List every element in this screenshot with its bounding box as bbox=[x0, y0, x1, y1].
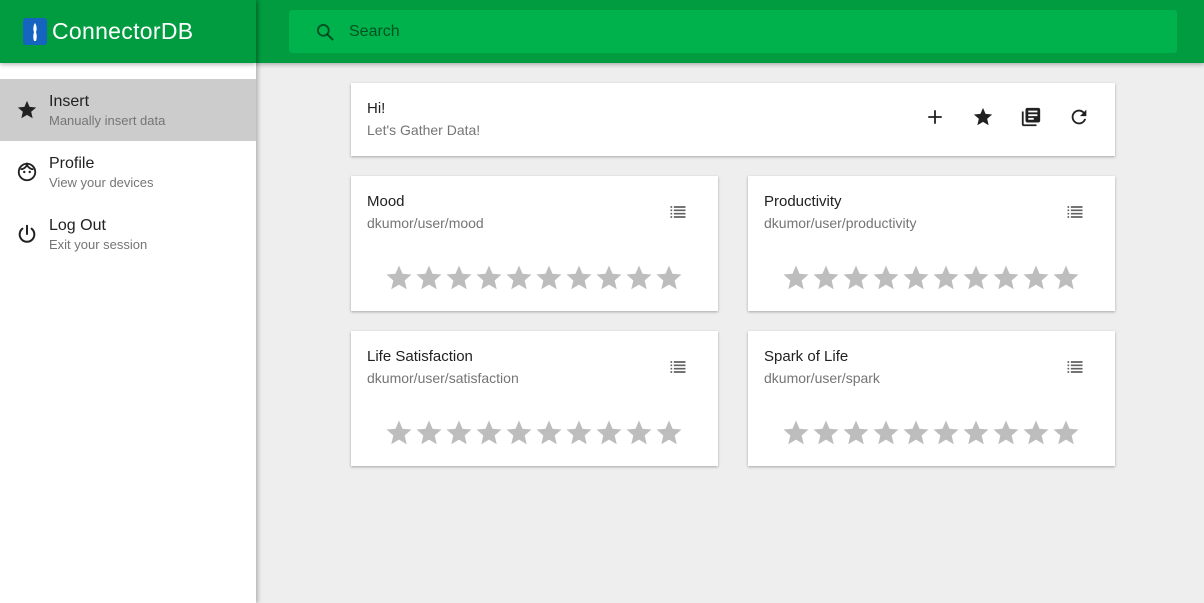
sidebar-item-title: Log Out bbox=[49, 216, 106, 234]
rating-star[interactable] bbox=[1021, 262, 1051, 294]
rating-star[interactable] bbox=[901, 417, 931, 449]
rating-star[interactable] bbox=[781, 262, 811, 294]
rating-star[interactable] bbox=[444, 262, 474, 294]
search-icon bbox=[315, 22, 335, 42]
rating-star[interactable] bbox=[624, 262, 654, 294]
rating-star[interactable] bbox=[384, 262, 414, 294]
rating-star[interactable] bbox=[991, 262, 1021, 294]
face-icon bbox=[15, 160, 39, 184]
rating-star[interactable] bbox=[811, 262, 841, 294]
rating-card-title: Life Satisfaction bbox=[367, 348, 473, 365]
sidebar-item-logout[interactable]: Log Out Exit your session bbox=[0, 203, 256, 265]
rating-card-productivity: Productivity dkumor/user/productivity bbox=[748, 176, 1115, 311]
refresh-icon[interactable] bbox=[1067, 105, 1091, 129]
rating-star[interactable] bbox=[901, 262, 931, 294]
rating-card-path: dkumor/user/mood bbox=[367, 215, 484, 231]
star-rating bbox=[384, 262, 684, 294]
greeting-card: Hi! Let's Gather Data! bbox=[351, 83, 1115, 156]
app-logo-text: ConnectorDB bbox=[52, 18, 194, 44]
rating-card-spark-of-life: Spark of Life dkumor/user/spark bbox=[748, 331, 1115, 466]
top-bar bbox=[256, 0, 1204, 63]
sidebar-header: ConnectorDB bbox=[0, 0, 256, 63]
rating-card-title: Mood bbox=[367, 193, 405, 210]
rating-star[interactable] bbox=[781, 417, 811, 449]
rating-star[interactable] bbox=[654, 417, 684, 449]
sidebar-item-title: Profile bbox=[49, 154, 95, 172]
sidebar-item-insert[interactable]: Insert Manually insert data bbox=[0, 79, 256, 141]
search-input[interactable] bbox=[349, 22, 1149, 41]
rating-star[interactable] bbox=[931, 262, 961, 294]
rating-card-path: dkumor/user/spark bbox=[764, 370, 880, 386]
rating-star[interactable] bbox=[654, 262, 684, 294]
rating-star[interactable] bbox=[564, 417, 594, 449]
sidebar-item-title: Insert bbox=[49, 92, 90, 110]
rating-star[interactable] bbox=[1051, 262, 1081, 294]
list-icon[interactable] bbox=[1063, 355, 1087, 379]
add-icon[interactable] bbox=[923, 105, 947, 129]
rating-star[interactable] bbox=[811, 417, 841, 449]
rating-card-title: Spark of Life bbox=[764, 348, 849, 365]
rating-star[interactable] bbox=[961, 262, 991, 294]
rating-card-mood: Mood dkumor/user/mood bbox=[351, 176, 718, 311]
search-bar[interactable] bbox=[289, 10, 1177, 53]
rating-star[interactable] bbox=[504, 417, 534, 449]
power-icon bbox=[15, 222, 39, 246]
rating-star[interactable] bbox=[414, 417, 444, 449]
rating-star[interactable] bbox=[474, 417, 504, 449]
sidebar-item-subtitle: View your devices bbox=[49, 174, 154, 190]
rating-star[interactable] bbox=[564, 262, 594, 294]
star-icon[interactable] bbox=[971, 105, 995, 129]
sidebar-item-subtitle: Manually insert data bbox=[49, 112, 166, 128]
rating-star[interactable] bbox=[504, 262, 534, 294]
sidebar: ConnectorDB Insert Manually insert data bbox=[0, 0, 256, 603]
rating-star[interactable] bbox=[991, 417, 1021, 449]
rating-card-life-satisfaction: Life Satisfaction dkumor/user/satisfacti… bbox=[351, 331, 718, 466]
rating-star[interactable] bbox=[1021, 417, 1051, 449]
rating-star[interactable] bbox=[931, 417, 961, 449]
rating-star[interactable] bbox=[871, 417, 901, 449]
rating-star[interactable] bbox=[871, 262, 901, 294]
rating-star[interactable] bbox=[444, 417, 474, 449]
greeting-actions bbox=[923, 105, 1091, 129]
list-icon[interactable] bbox=[666, 355, 690, 379]
sidebar-item-subtitle: Exit your session bbox=[49, 236, 148, 252]
list-icon[interactable] bbox=[1063, 200, 1087, 224]
star-icon bbox=[15, 98, 39, 122]
rating-star[interactable] bbox=[841, 417, 871, 449]
rating-star[interactable] bbox=[414, 262, 444, 294]
app: ConnectorDB Insert Manually insert data bbox=[0, 0, 1204, 603]
rating-star[interactable] bbox=[841, 262, 871, 294]
rating-star[interactable] bbox=[534, 262, 564, 294]
library-books-icon[interactable] bbox=[1019, 105, 1043, 129]
rating-star[interactable] bbox=[384, 417, 414, 449]
star-rating bbox=[781, 262, 1081, 294]
rating-card-title: Productivity bbox=[764, 193, 842, 210]
rating-star[interactable] bbox=[474, 262, 504, 294]
star-rating bbox=[781, 417, 1081, 449]
rating-star[interactable] bbox=[534, 417, 564, 449]
rating-star[interactable] bbox=[594, 417, 624, 449]
star-rating bbox=[384, 417, 684, 449]
sidebar-nav: Insert Manually insert data Profile View… bbox=[0, 79, 256, 265]
rating-card-path: dkumor/user/productivity bbox=[764, 215, 917, 231]
greeting-title: Hi! bbox=[367, 100, 386, 117]
rating-star[interactable] bbox=[624, 417, 654, 449]
logo-icon bbox=[23, 18, 47, 45]
sidebar-item-profile[interactable]: Profile View your devices bbox=[0, 141, 256, 203]
rating-star[interactable] bbox=[961, 417, 991, 449]
list-icon[interactable] bbox=[666, 200, 690, 224]
rating-star[interactable] bbox=[594, 262, 624, 294]
rating-star[interactable] bbox=[1051, 417, 1081, 449]
rating-card-path: dkumor/user/satisfaction bbox=[367, 370, 519, 386]
greeting-subtitle: Let's Gather Data! bbox=[367, 122, 481, 138]
